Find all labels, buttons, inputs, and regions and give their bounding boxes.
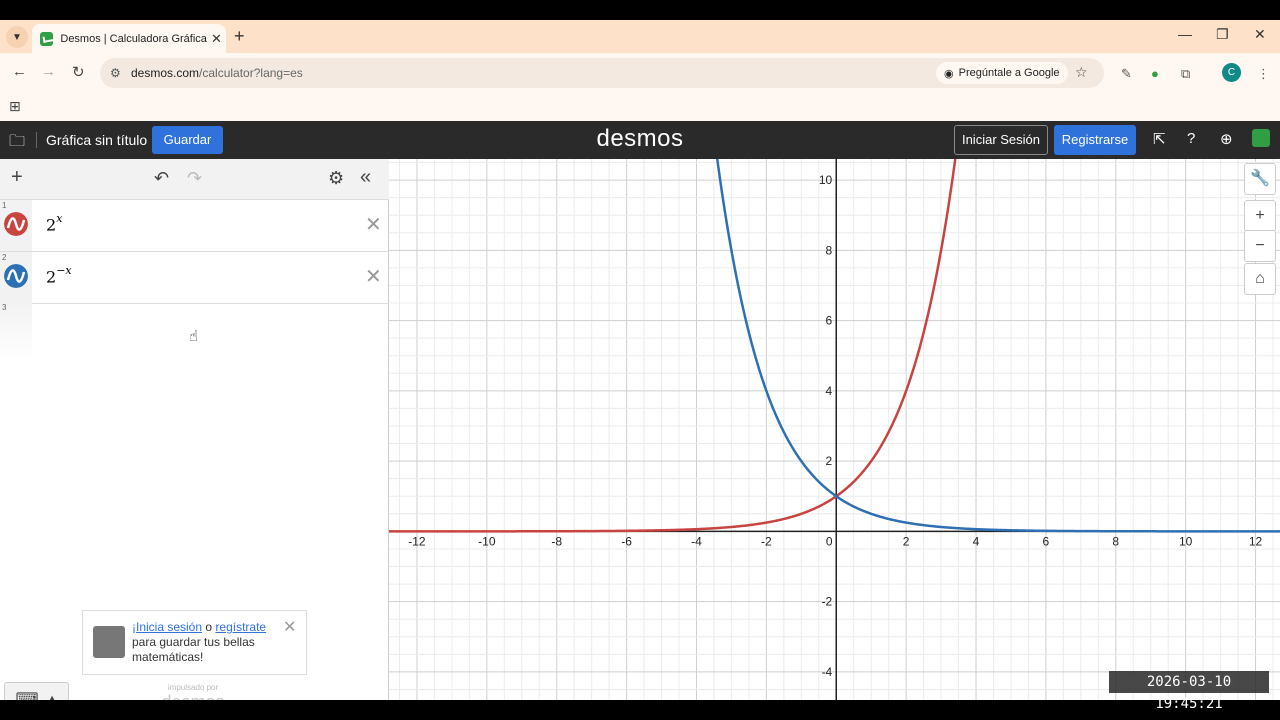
- graph-canvas[interactable]: -12 -10 -8 -6 -4 -2 0 2 4 6 8 10 12 -4 -2 2 4 6 8 10: [389, 159, 1280, 700]
- delete-expression-icon[interactable]: ✕: [365, 264, 382, 289]
- apps-grid-icon[interactable]: ⊞: [9, 98, 21, 115]
- x-tick-label: 4: [973, 534, 980, 548]
- x-tick-label: -2: [761, 534, 772, 548]
- add-expression-icon[interactable]: +: [11, 166, 23, 189]
- x-tick-label: -8: [551, 534, 562, 548]
- expression-gutter: 2: [0, 252, 32, 303]
- desmos-logo: desmos: [596, 125, 684, 152]
- x-tick-label: -10: [478, 534, 496, 548]
- bookmarks-bar: ⊞: [0, 93, 1280, 121]
- graph-thumbnail-icon: [93, 626, 125, 658]
- x-tick-label: -12: [408, 534, 426, 548]
- reload-icon[interactable]: ↻: [72, 63, 85, 81]
- desmos-brand-icon: [1252, 129, 1270, 147]
- menu-kebab-icon[interactable]: ⋮: [1257, 66, 1270, 82]
- forward-icon[interactable]: →: [41, 63, 56, 80]
- site-info-icon[interactable]: ⚙: [110, 66, 121, 80]
- address-bar: ← → ↻ ⚙ desmos.com/calculator?lang=es ◉ …: [0, 53, 1280, 93]
- expression-toolbar: + ↶ ↷ ⚙ «: [0, 159, 389, 200]
- share-icon[interactable]: ⇱: [1153, 130, 1166, 148]
- profile-avatar[interactable]: C: [1222, 63, 1241, 82]
- y-tick-label: -2: [822, 595, 833, 609]
- minimize-icon[interactable]: —: [1178, 26, 1192, 42]
- x-tick-label: -6: [621, 534, 632, 548]
- x-tick-label: 8: [1112, 534, 1119, 548]
- register-link[interactable]: regístrate: [215, 620, 266, 634]
- math-input[interactable]: 2x: [46, 212, 62, 234]
- signup-button[interactable]: Registrarse: [1054, 125, 1136, 155]
- expression-index: 1: [2, 201, 7, 210]
- extension-icon[interactable]: ✎: [1121, 66, 1132, 82]
- hand-cursor-icon: ☝: [189, 328, 199, 345]
- tab-bar: ▼ Desmos | Calculadora Gráfica ✕ + — ❐ ✕: [0, 20, 1280, 53]
- url-text[interactable]: desmos.com/calculator?lang=es: [131, 66, 303, 80]
- expression-gutter: 1: [0, 200, 32, 251]
- empty-expression-gutter[interactable]: 3: [0, 302, 32, 362]
- expression-row[interactable]: 1 2x ✕: [0, 200, 389, 252]
- keyboard-toggle-button[interactable]: ⌨ ▲: [4, 682, 69, 700]
- new-tab-icon[interactable]: +: [234, 26, 245, 47]
- restore-icon[interactable]: ❐: [1216, 26, 1229, 43]
- desmos-favicon-icon: [40, 31, 54, 46]
- caret-up-icon: ▲: [46, 693, 58, 700]
- y-tick-label: 8: [826, 243, 833, 257]
- x-tick-label: 6: [1043, 534, 1050, 548]
- login-button[interactable]: Iniciar Sesión: [954, 125, 1048, 155]
- omnibox[interactable]: ⚙ desmos.com/calculator?lang=es ◉ Pregún…: [100, 58, 1104, 88]
- login-link[interactable]: ¡Inicia sesión: [132, 620, 202, 634]
- curve-color-icon[interactable]: [4, 212, 28, 236]
- graph-title[interactable]: Gráfica sin título: [46, 132, 147, 148]
- screen: ▼ Desmos | Calculadora Gráfica ✕ + — ❐ ✕…: [0, 20, 1280, 700]
- y-tick-label: 4: [826, 384, 833, 398]
- tab-list-button[interactable]: ▼: [6, 26, 28, 48]
- back-icon[interactable]: ←: [12, 63, 27, 80]
- y-tick-label: 10: [819, 173, 833, 187]
- expression-index: 2: [2, 253, 7, 262]
- graph-paper[interactable]: -12 -10 -8 -6 -4 -2 0 2 4 6 8 10 12 -4 -2 2 4 6 8 10 🔧 + − …: [389, 159, 1280, 700]
- redo-icon[interactable]: ↷: [187, 168, 202, 189]
- header-divider: [36, 132, 37, 148]
- folder-icon[interactable]: 🗀: [9, 130, 25, 157]
- promo-body: para guardar tus bellas matemáticas!: [132, 635, 255, 664]
- powered-by-desmos: impulsado por desmos: [161, 683, 224, 700]
- expression-row[interactable]: 2 2−x ✕: [0, 252, 389, 304]
- active-tab[interactable]: Desmos | Calculadora Gráfica ✕: [32, 24, 226, 53]
- expression-index: 3: [2, 303, 7, 312]
- curve-color-icon[interactable]: [4, 264, 28, 288]
- math-input[interactable]: 2−x: [46, 264, 72, 286]
- zoom-out-icon[interactable]: −: [1244, 230, 1276, 262]
- google-lens-icon: ◉: [944, 67, 954, 80]
- login-promo: ¡Inicia sesión o regístrate para guardar…: [82, 610, 307, 675]
- close-promo-icon[interactable]: ✕: [283, 617, 296, 637]
- keyboard-icon: ⌨: [15, 691, 39, 700]
- home-icon[interactable]: ⌂: [1244, 263, 1276, 295]
- y-tick-label: 6: [826, 314, 833, 328]
- settings-gear-icon[interactable]: ⚙: [328, 168, 344, 189]
- undo-icon[interactable]: ↶: [154, 168, 169, 189]
- ask-google-button[interactable]: ◉ Pregúntale a Google: [936, 62, 1068, 84]
- x-tick-label: -4: [691, 534, 702, 548]
- x-tick-label: 2: [903, 534, 910, 548]
- y-tick-label: -4: [822, 665, 833, 679]
- extension-green-icon[interactable]: ●: [1151, 66, 1159, 81]
- x-tick-label: 0: [826, 534, 833, 548]
- graph-settings-wrench-icon[interactable]: 🔧: [1244, 163, 1276, 195]
- close-window-icon[interactable]: ✕: [1254, 26, 1266, 43]
- help-icon[interactable]: ?: [1187, 130, 1195, 147]
- close-tab-icon[interactable]: ✕: [207, 31, 226, 47]
- bookmark-star-icon[interactable]: ☆: [1075, 64, 1088, 81]
- save-button[interactable]: Guardar: [152, 126, 223, 154]
- collapse-panel-icon[interactable]: «: [360, 166, 371, 189]
- delete-expression-icon[interactable]: ✕: [365, 212, 382, 237]
- desmos-header: 🗀 Gráfica sin título Guardar desmos Inic…: [0, 121, 1280, 159]
- y-tick-label: 2: [826, 454, 833, 468]
- x-tick-label: 10: [1179, 534, 1193, 548]
- x-tick-label: 12: [1249, 534, 1263, 548]
- zoom-in-icon[interactable]: +: [1244, 200, 1276, 232]
- language-globe-icon[interactable]: ⊕: [1220, 130, 1233, 148]
- timestamp-overlay: 2026-03-10 19:45:21: [1109, 671, 1269, 712]
- expression-panel: + ↶ ↷ ⚙ « 1 2x ✕ 2 2−x ✕ 3 ☝ ¡Inicia ses…: [0, 159, 389, 700]
- tab-title: Desmos | Calculadora Gráfica: [60, 32, 207, 45]
- extensions-puzzle-icon[interactable]: ⧉: [1181, 66, 1190, 82]
